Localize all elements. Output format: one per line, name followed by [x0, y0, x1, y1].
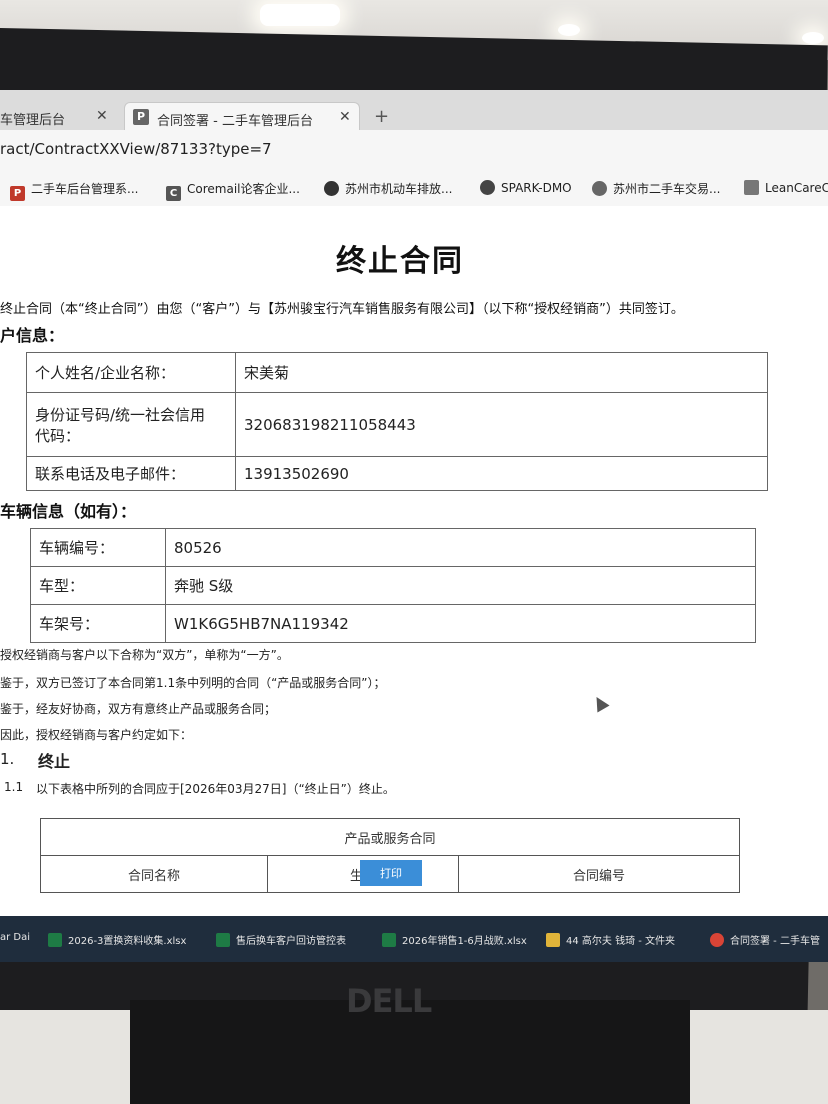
excel-icon [216, 933, 230, 947]
taskbar-item[interactable]: 售后换车客户回访管控表 [216, 932, 346, 947]
taskbar-item-label: ar Dai [0, 932, 31, 943]
bookmark-item[interactable]: LeanCareC [744, 180, 828, 195]
table-row: 联系电话及电子邮件： 13913502690 [26, 456, 768, 491]
page-title: 终止合同 [336, 244, 464, 279]
bookmark-label: LeanCareC [765, 181, 828, 195]
row-label: 车辆编号： [30, 528, 166, 567]
bookmark-label: 苏州市机动车排放... [345, 182, 453, 196]
paragraph: 鉴于，双方已签订了本合同第1.1条中列明的合同（“产品或服务合同”）； [0, 676, 386, 690]
bookmark-c-icon: C [166, 186, 181, 201]
bookmark-label: 二手车后台管理系... [31, 182, 139, 196]
table-header: 产品或服务合同 [40, 818, 740, 856]
page-favicon-icon: P [133, 109, 149, 125]
row-label-line: 身份证号码/统一社会信用 [35, 405, 206, 424]
table-row: 车架号： W1K6G5HB7NA119342 [30, 604, 756, 643]
taskbar-item[interactable]: 2026-3置换资料收集.xlsx [48, 932, 186, 947]
taskbar-item-label: 2026年销售1-6月战败.xlsx [402, 936, 527, 947]
customer-name-value: 宋美菊 [235, 352, 768, 393]
phone-value: 13913502690 [235, 456, 768, 491]
bookmark-label: SPARK-DMO [501, 181, 572, 195]
vehicle-info-table: 车辆编号： 80526 车型： 奔驰 S级 车架号： W1K6G5HB7NA11… [30, 528, 756, 643]
ceiling-light [260, 4, 340, 26]
taskbar-item[interactable]: 44 高尔夫 钱琦 - 文件夹 [546, 932, 675, 947]
row-label-line: 代码： [35, 426, 81, 445]
excel-icon [48, 933, 62, 947]
column-header: 合同编号 [458, 855, 740, 893]
paragraph: 授权经销商与客户以下合称为“双方”，单称为“一方”。 [0, 648, 289, 662]
taskbar-item-label: 44 高尔夫 钱琦 - 文件夹 [566, 936, 676, 947]
folder-icon [546, 933, 560, 947]
customer-section-title: 户信息： [0, 326, 65, 345]
bookmark-item[interactable]: P 二手车后台管理系... [10, 180, 138, 201]
vehicle-number-value: 80526 [165, 528, 756, 567]
globe-icon [592, 181, 607, 196]
new-tab-icon[interactable]: + [374, 106, 389, 127]
vehicle-section-title: 车辆信息（如有）： [0, 502, 137, 521]
ceiling-light [558, 24, 580, 36]
excel-icon [382, 933, 396, 947]
table-row: 个人姓名/企业名称： 宋美菊 [26, 352, 768, 393]
clause-text: 以下表格中所列的合同应于[2026年03月27日]（“终止日”）终止。 [36, 782, 395, 796]
document-icon [744, 180, 759, 195]
paragraph: 鉴于，经友好协商，双方有意终止产品或服务合同； [0, 702, 277, 716]
bookmarks-bar: P 二手车后台管理系... C Coremail论客企业... 苏州市机动车排放..… [0, 170, 828, 207]
globe-icon [480, 180, 495, 195]
browser-tab-bar: 车管理后台 ✕ P 合同签署 - 二手车管理后台 ✕ + [0, 90, 828, 133]
tab-title: 合同签署 - 二手车管理后台 [157, 114, 313, 129]
table-row: 车型： 奔驰 S级 [30, 566, 756, 605]
table-row: 车辆编号： 80526 [30, 528, 756, 567]
customer-info-table: 个人姓名/企业名称： 宋美菊 身份证号码/统一社会信用 代码： 32068319… [26, 352, 768, 491]
browser-tab[interactable]: 车管理后台 ✕ [0, 102, 120, 132]
taskbar-item[interactable]: 合同签署 - 二手车管 [710, 932, 820, 947]
monitor-screen: 车管理后台 ✕ P 合同签署 - 二手车管理后台 ✕ + ract/Contra… [0, 90, 828, 962]
taskbar-item-label: 合同签署 - 二手车管 [730, 936, 820, 947]
vehicle-model-value: 奔驰 S级 [165, 566, 756, 605]
bookmark-item[interactable]: SPARK-DMO [480, 180, 572, 195]
bookmark-p-icon: P [10, 186, 25, 201]
bookmark-label: 苏州市二手车交易... [613, 182, 721, 196]
taskbar-item-label: 2026-3置换资料收集.xlsx [68, 936, 187, 947]
bookmark-item[interactable]: C Coremail论客企业... [166, 180, 300, 201]
brand-logo: DELL [346, 982, 432, 1020]
taskbar-item[interactable]: 2026年销售1-6月战败.xlsx [382, 932, 527, 947]
address-bar[interactable]: ract/ContractXXView/87133?type=7 [0, 130, 828, 171]
row-label: 车型： [30, 566, 166, 605]
bookmark-item[interactable]: 苏州市机动车排放... [324, 180, 452, 197]
column-header: 合同名称 [40, 855, 268, 893]
car-icon [324, 181, 339, 196]
table-row: 产品或服务合同 [40, 818, 740, 856]
taskbar-item[interactable]: ar Dai [0, 932, 30, 943]
bookmark-label: Coremail论客企业... [187, 182, 300, 196]
table-row: 身份证号码/统一社会信用 代码： 320683198211058443 [26, 392, 768, 457]
windows-taskbar: ar Dai 2026-3置换资料收集.xlsx 售后换车客户回访管控表 202… [0, 916, 828, 962]
url-text[interactable]: ract/ContractXXView/87133?type=7 [0, 140, 272, 158]
row-label: 个人姓名/企业名称： [26, 352, 236, 393]
vin-value: W1K6G5HB7NA119342 [165, 604, 756, 643]
bookmark-item[interactable]: 苏州市二手车交易... [592, 180, 720, 197]
print-button[interactable]: 打印 [360, 860, 422, 886]
id-number-value: 320683198211058443 [235, 392, 768, 457]
chrome-icon [710, 933, 724, 947]
row-label: 车架号： [30, 604, 166, 643]
taskbar-item-label: 售后换车客户回访管控表 [236, 936, 346, 947]
intro-paragraph: 终止合同（本“终止合同”）由您（“客户”）与【苏州骏宝行汽车销售服务有限公司】（… [0, 302, 684, 317]
paragraph: 因此，授权经销商与客户约定如下： [0, 728, 193, 742]
row-label: 身份证号码/统一社会信用 代码： [26, 392, 236, 457]
tab-title: 车管理后台 [0, 113, 66, 128]
row-label: 联系电话及电子邮件： [26, 456, 236, 491]
contract-page: 终止合同 终止合同（本“终止合同”）由您（“客户”）与【苏州骏宝行汽车销售服务有… [0, 206, 828, 918]
clause-number: 1. [0, 750, 15, 768]
clause-title: 终止 [38, 752, 71, 771]
browser-tab-active[interactable]: P 合同签署 - 二手车管理后台 ✕ [124, 102, 360, 133]
mouse-cursor-icon [590, 693, 610, 713]
close-icon[interactable]: ✕ [96, 108, 108, 124]
close-icon[interactable]: ✕ [339, 109, 351, 125]
ceiling-light [802, 32, 824, 44]
clause-sub-number: 1.1 [4, 780, 24, 794]
